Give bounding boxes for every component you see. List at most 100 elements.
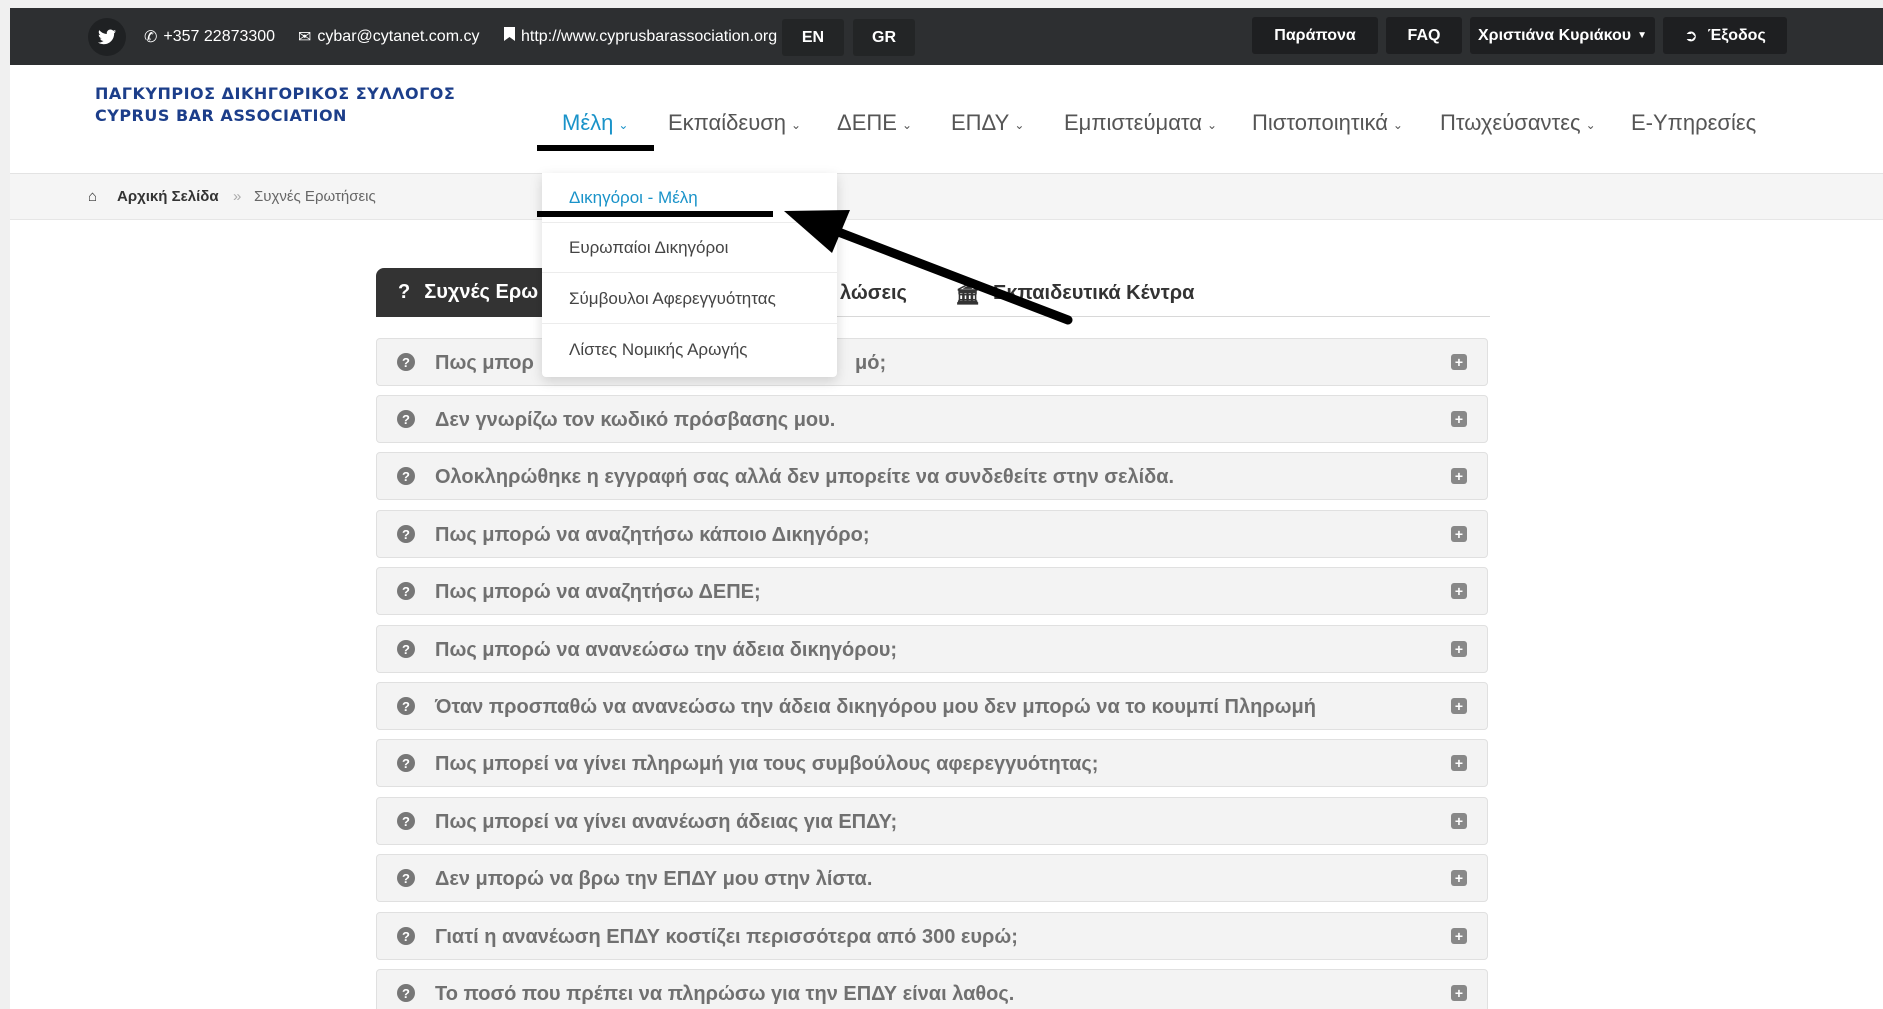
question-circle-icon: ?: [397, 582, 415, 600]
chevron-down-icon: ⌄: [1014, 118, 1025, 132]
faq-item[interactable]: ? Το ποσό που πρέπει να πληρώσω για την …: [376, 969, 1488, 1009]
email-contact[interactable]: ✉ cybar@cytanet.com.cy: [298, 27, 479, 47]
faq-item[interactable]: ? Ολοκληρώθηκε η εγγραφή σας αλλά δεν μπ…: [376, 452, 1488, 500]
plus-square-icon[interactable]: +: [1451, 641, 1467, 657]
caret-down-icon: ▼: [1637, 30, 1647, 41]
user-menu-button[interactable]: Χριστιάνα Κυριάκου ▼: [1470, 17, 1655, 54]
plus-square-icon[interactable]: +: [1451, 526, 1467, 542]
site-logo[interactable]: ΠΑΓΚΥΠΡΙΟΣ ΔΙΚΗΓΟΡΙΚΟΣ ΣΥΛΛΟΓΟΣ CYPRUS B…: [95, 83, 455, 127]
chevron-down-icon: ⌄: [1585, 118, 1596, 132]
bookmark-icon: [504, 27, 515, 46]
nav-label: ΔΕΠΕ: [837, 110, 897, 135]
nav-item-trusts[interactable]: Εμπιστεύματα ⌄: [1064, 110, 1217, 136]
nav-label: Πτωχεύσαντες: [1440, 110, 1581, 135]
phone-text: +357 22873300: [163, 28, 276, 45]
faq-item[interactable]: ? Πως μπορώ να αναζητήσω κάποιο Δικηγόρο…: [376, 510, 1488, 558]
website-contact[interactable]: http://www.cyprusbarassociation.org: [504, 27, 777, 46]
plus-square-icon[interactable]: +: [1451, 985, 1467, 1001]
email-text[interactable]: cybar@cytanet.com.cy: [317, 28, 479, 46]
nav-item-education[interactable]: Εκπαίδευση ⌄: [668, 110, 801, 136]
top-bar: ✆ +357 22873300 ✉ cybar@cytanet.com.cy h…: [10, 8, 1883, 65]
faq-item[interactable]: ? Δεν γνωρίζω τον κωδικό πρόσβασης μου. …: [376, 395, 1488, 443]
phone-icon: ✆: [144, 29, 158, 46]
nav-item-members[interactable]: Μέλη ⌄: [562, 110, 628, 136]
faq-question: Δεν γνωρίζω τον κωδικό πρόσβασης μου.: [435, 409, 836, 431]
nav-item-epdy[interactable]: ΕΠΔΥ ⌄: [951, 110, 1024, 136]
faq-question: Το ποσό που πρέπει να πληρώσω για την ΕΠ…: [435, 983, 1015, 1005]
dropdown-item-insolvency-advisors[interactable]: Σύμβουλοι Αφερεγγυότητας: [542, 274, 837, 324]
tab-faq-label: Συχνές Ερω: [424, 281, 539, 303]
faq-question: Δεν μπορώ να βρω την ΕΠΔΥ μου στην λίστα…: [435, 868, 873, 890]
complaints-button[interactable]: Παράπονα: [1252, 17, 1378, 54]
breadcrumb-separator: »: [233, 188, 242, 205]
faq-question: Όταν προσπαθώ να ανανεώσω την άδεια δικη…: [435, 696, 1317, 718]
logout-button[interactable]: ➲ Έξοδος: [1663, 17, 1787, 54]
faq-item[interactable]: ? Πως μπορεί να γίνει ανανέωση άδειας γι…: [376, 797, 1488, 845]
tab-training-centers[interactable]: Εκπαιδευτικά Κέντρα: [993, 282, 1194, 305]
plus-square-icon[interactable]: +: [1451, 583, 1467, 599]
faq-question: Ολοκληρώθηκε η εγγραφή σας αλλά δεν μπορ…: [435, 466, 1175, 488]
faq-item[interactable]: ? Πως μπορεί να γίνει πληρωμή για τους σ…: [376, 739, 1488, 787]
plus-square-icon[interactable]: +: [1451, 468, 1467, 484]
nav-label: Εκπαίδευση: [668, 110, 787, 135]
envelope-icon: ✉: [298, 29, 312, 46]
sign-out-icon: ➲: [1684, 27, 1698, 45]
question-mark-icon: ?: [398, 281, 411, 303]
logout-label: Έξοδος: [1707, 26, 1766, 44]
website-text[interactable]: http://www.cyprusbarassociation.org: [521, 28, 777, 46]
plus-square-icon[interactable]: +: [1451, 870, 1467, 886]
nav-item-certificates[interactable]: Πιστοποιητικά ⌄: [1252, 110, 1403, 136]
faq-item[interactable]: ? Πως μπορώ να ανανεώσω την άδεια δικηγό…: [376, 625, 1488, 673]
question-circle-icon: ?: [397, 640, 415, 658]
faq-item[interactable]: ? Όταν προσπαθώ να ανανεώσω την άδεια δι…: [376, 682, 1488, 730]
nav-label: Ε-Υπηρεσίες: [1631, 110, 1757, 135]
faq-question: Γιατί η ανανέωση ΕΠΔΥ κοστίζει περισσότε…: [435, 926, 1018, 948]
faq-question: Πως μπορεί να γίνει ανανέωση άδειας για …: [435, 811, 898, 833]
lang-gr-button[interactable]: GR: [853, 19, 915, 56]
chevron-down-icon: ⌄: [1392, 118, 1403, 132]
nav-item-e-services[interactable]: Ε-Υπηρεσίες: [1631, 110, 1756, 136]
question-circle-icon: ?: [397, 410, 415, 428]
phone-contact: ✆ +357 22873300: [144, 27, 275, 47]
user-name: Χριστιάνα Κυριάκου: [1478, 26, 1632, 44]
faq-question: Πως μπορώ να αναζητήσω ΔΕΠΕ;: [435, 581, 761, 603]
plus-square-icon[interactable]: +: [1451, 928, 1467, 944]
dropdown-item-european-lawyers[interactable]: Ευρωπαίοι Δικηγόροι: [542, 223, 837, 273]
plus-square-icon[interactable]: +: [1451, 813, 1467, 829]
question-circle-icon: ?: [397, 927, 415, 945]
question-circle-icon: ?: [397, 697, 415, 715]
plus-square-icon[interactable]: +: [1451, 354, 1467, 370]
faq-item[interactable]: ? Πως μπορώ να αναζητήσω ΔΕΠΕ; +: [376, 567, 1488, 615]
nav-label: Εμπιστεύματα: [1064, 110, 1203, 135]
nav-label: Πιστοποιητικά: [1252, 110, 1388, 135]
question-circle-icon: ?: [397, 812, 415, 830]
breadcrumb-home[interactable]: Αρχική Σελίδα: [117, 188, 219, 205]
faq-item[interactable]: ? Δεν μπορώ να βρω την ΕΠΔΥ μου στην λίσ…: [376, 854, 1488, 902]
plus-square-icon[interactable]: +: [1451, 411, 1467, 427]
twitter-icon[interactable]: [88, 18, 126, 56]
faq-button[interactable]: FAQ: [1386, 17, 1462, 54]
browser-page: ✆ +357 22873300 ✉ cybar@cytanet.com.cy h…: [10, 8, 1883, 1009]
nav-item-bankrupts[interactable]: Πτωχεύσαντες ⌄: [1440, 110, 1596, 136]
faq-item[interactable]: ? Γιατί η ανανέωση ΕΠΔΥ κοστίζει περισσό…: [376, 912, 1488, 960]
home-icon[interactable]: ⌂: [88, 188, 97, 205]
main-header: ΠΑΓΚΥΠΡΙΟΣ ΔΙΚΗΓΟΡΙΚΟΣ ΣΥΛΛΟΓΟΣ CYPRUS B…: [10, 65, 1883, 174]
dropdown-item-legal-aid-lists[interactable]: Λίστες Νομικής Αρωγής: [542, 325, 837, 375]
nav-label: ΕΠΔΥ: [951, 110, 1010, 135]
chevron-down-icon: ⌄: [1207, 118, 1218, 132]
faq-question: Πως μπορ: [435, 352, 534, 374]
nav-item-depe[interactable]: ΔΕΠΕ ⌄: [837, 110, 912, 136]
plus-square-icon[interactable]: +: [1451, 755, 1467, 771]
lang-en-button[interactable]: EN: [782, 19, 844, 56]
tab-announcements[interactable]: λώσεις: [840, 282, 907, 305]
logo-line-greek: ΠΑΓΚΥΠΡΙΟΣ ΔΙΚΗΓΟΡΙΚΟΣ ΣΥΛΛΟΓΟΣ: [95, 84, 456, 103]
breadcrumb-current: Συχνές Ερωτήσεις: [254, 188, 376, 205]
logo-line-english: CYPRUS BAR ASSOCIATION: [95, 106, 347, 125]
plus-square-icon[interactable]: +: [1451, 698, 1467, 714]
members-dropdown-menu: Δικηγόροι - Μέλη Ευρωπαίοι Δικηγόροι Σύμ…: [542, 173, 837, 377]
question-circle-icon: ?: [397, 353, 415, 371]
chevron-down-icon: ⌄: [791, 118, 802, 132]
nav-highlight-underline: [537, 145, 654, 151]
breadcrumb: ⌂ Αρχική Σελίδα » Συχνές Ερωτήσεις: [10, 174, 1883, 220]
bank-icon: 🏛: [955, 284, 981, 306]
